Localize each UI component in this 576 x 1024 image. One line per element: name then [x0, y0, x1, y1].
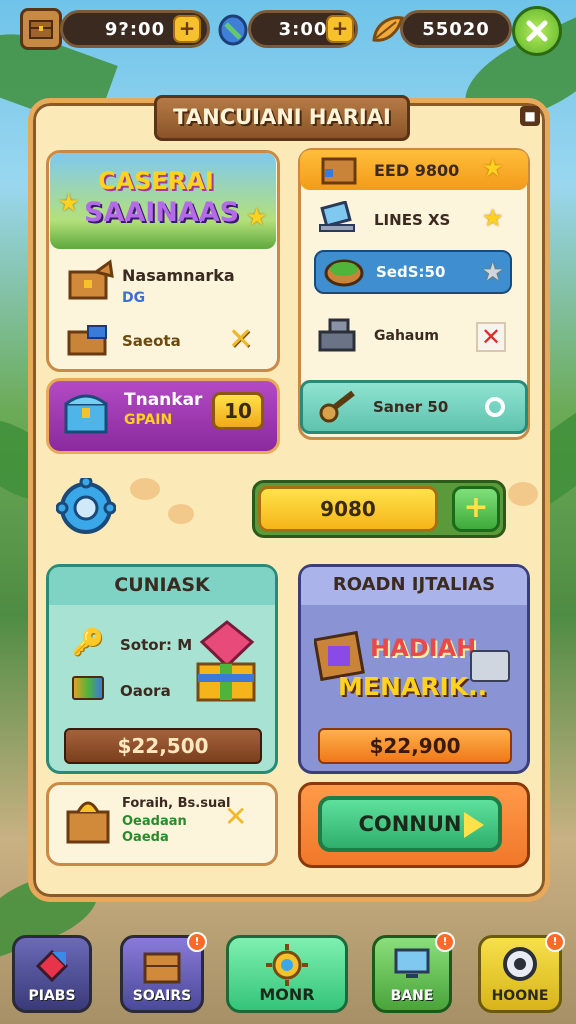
- reward-row-2[interactable]: LINES XS ★: [300, 200, 528, 240]
- teal-price-plate[interactable]: $22,500: [64, 728, 262, 764]
- nav-label: PIABS: [28, 988, 76, 1004]
- crate-icon: [321, 157, 357, 185]
- progress-value-button[interactable]: 9080: [258, 486, 438, 532]
- gem-gift-icon: [190, 620, 264, 710]
- close-button[interactable]: [512, 6, 562, 56]
- star-icon: ★: [482, 258, 504, 286]
- play-arrow-icon: [464, 812, 484, 838]
- notification-badge: !: [435, 932, 455, 952]
- row-label: EED 9800: [374, 160, 460, 180]
- row-label: SedS:50: [376, 263, 446, 281]
- banner-title-line2: SAAINAAS: [84, 197, 240, 228]
- close-icon[interactable]: ✕: [476, 322, 506, 352]
- gift-crate-icon: [64, 794, 114, 850]
- resource-counter-energy: 55020: [400, 10, 512, 48]
- promo-line-2: MENARIK..: [338, 672, 488, 701]
- add-gems-button[interactable]: +: [326, 15, 354, 43]
- info-icon[interactable]: ■: [520, 106, 540, 126]
- reward-item-title: Nasamnarka: [122, 266, 235, 285]
- reward-row-3[interactable]: SedS:50 ★: [314, 250, 512, 294]
- gift-crate-icon: [66, 258, 116, 306]
- notification-badge: !: [187, 932, 207, 952]
- gem-icon: [215, 10, 251, 48]
- screen-icon: [394, 948, 430, 978]
- reward-item-sub: DG: [122, 290, 146, 306]
- sparkle-icon: ★: [246, 203, 268, 231]
- blue-card-title: ROADN IJTALIAS: [332, 574, 496, 595]
- teal-item-1: Sotor: M: [120, 636, 193, 654]
- row-label: LINES XS: [374, 211, 451, 229]
- teal-item-2: Oaora: [120, 682, 171, 700]
- nav-tab-piabs[interactable]: PIABS: [12, 935, 92, 1013]
- sand-dot-decoration: [508, 482, 538, 506]
- laptop-icon: [319, 201, 355, 232]
- sparkle-icon: ★: [58, 189, 80, 217]
- bowl-icon: [324, 259, 364, 287]
- treasure-chest-icon: [62, 388, 112, 440]
- add-progress-button[interactable]: +: [452, 486, 500, 532]
- box-icon: [66, 324, 112, 362]
- row-label: Saner 50: [373, 398, 449, 416]
- gear-badge-icon[interactable]: [55, 475, 117, 538]
- sun-gear-icon: [266, 944, 308, 986]
- bonus-line-3: Oaeda: [122, 830, 169, 845]
- status-ring-icon: [485, 397, 505, 417]
- claim-icon[interactable]: ✕: [228, 322, 253, 357]
- star-icon: ★: [482, 204, 504, 232]
- reward-row-5[interactable]: Saner 50: [300, 380, 528, 434]
- offer-title: Tnankar: [124, 390, 203, 410]
- gift-box-icon: [470, 650, 510, 682]
- banner-title-line1: CASERAI: [98, 167, 214, 195]
- reward-row-1[interactable]: EED 9800 ★: [300, 150, 528, 190]
- close-icon: [526, 20, 548, 42]
- bonus-line-1: Foraih, Bs.sual: [122, 796, 231, 811]
- resource-value: 55020: [422, 18, 490, 40]
- promo-line-1: HADIAH: [370, 634, 477, 662]
- chest-icon[interactable]: [20, 8, 62, 50]
- nav-tab-monr[interactable]: MONR: [226, 935, 348, 1013]
- offer-count-badge: 10: [212, 392, 264, 430]
- crate-icon: [72, 676, 104, 700]
- row-label: Gahaum: [374, 328, 439, 344]
- key-icon: 🔑: [72, 628, 105, 658]
- tag-icon: [35, 949, 69, 983]
- nav-tab-hoone[interactable]: HOONE !: [478, 932, 565, 1013]
- nav-label: BANE: [390, 988, 434, 1004]
- resource-value: 9?:00: [104, 18, 166, 40]
- star-icon: ★: [482, 154, 504, 182]
- panel-title: TANCUIANI HARIAI: [154, 95, 410, 141]
- key-icon: [319, 390, 355, 423]
- continue-button[interactable]: CONNUN: [318, 796, 502, 852]
- nav-label: HOONE: [491, 988, 549, 1004]
- reward-row-4[interactable]: Gahaum ✕: [300, 316, 528, 356]
- settings-ring-icon: [503, 947, 537, 981]
- crate-icon: [143, 952, 181, 984]
- add-coins-button[interactable]: +: [173, 15, 201, 43]
- crate-icon: [29, 20, 53, 39]
- sand-dot-decoration: [168, 504, 194, 524]
- sand-dot-decoration: [130, 478, 160, 500]
- machine-icon: [318, 318, 356, 352]
- claim-icon[interactable]: ✕: [224, 800, 247, 833]
- nav-tab-bane[interactable]: BANE !: [372, 932, 455, 1013]
- blue-price-plate[interactable]: $22,900: [318, 728, 512, 764]
- offer-subtitle: GPAIN: [124, 412, 173, 428]
- notification-badge: !: [545, 932, 565, 952]
- teal-card-title: CUNIASK: [114, 574, 210, 596]
- nav-tab-soairs[interactable]: SOAIRS !: [120, 932, 207, 1013]
- bonus-line-2: Oeadaan: [122, 814, 187, 829]
- resource-value: 3:00: [278, 18, 328, 40]
- continue-label: CONNUN: [358, 812, 462, 836]
- event-banner[interactable]: CASERAI SAAINAAS ★ ★: [50, 153, 276, 249]
- reward-item-title: Saeota: [122, 332, 181, 350]
- nav-label: SOAIRS: [132, 988, 192, 1004]
